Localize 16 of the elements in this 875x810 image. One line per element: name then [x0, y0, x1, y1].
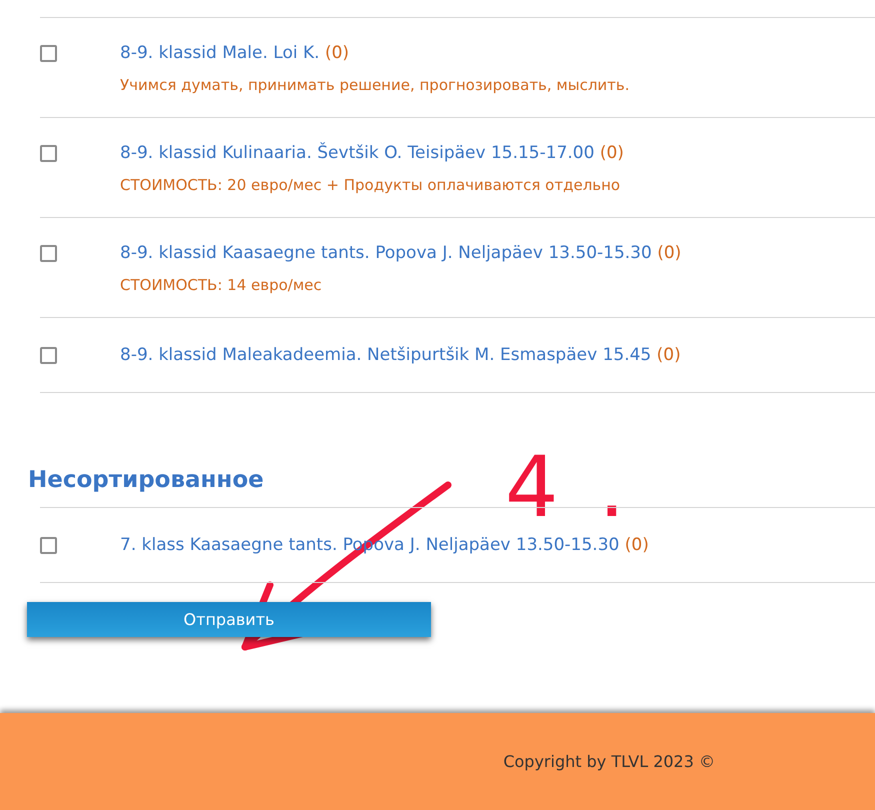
course-link[interactable]: 8-9. klassid Maleakadeemia. Netšipurtšik M. Esmaspäev 15.45 (0) [120, 342, 681, 368]
course-note: СТОИМОСТЬ: 14 евро/мес [120, 275, 323, 295]
checkbox[interactable] [40, 537, 57, 554]
course-note: СТОИМОСТЬ: 20 евро/мес + Продукты оплачиваются отдельно [120, 175, 622, 195]
submit-button[interactable]: Отправить [27, 602, 431, 637]
checkbox[interactable] [40, 145, 57, 162]
checkbox[interactable] [40, 245, 57, 262]
course-link[interactable]: 8-9. klassid Male. Loi K. (0) [120, 40, 630, 66]
course-note: Учимся думать, принимать решение, прогнозировать, мыслить. [120, 75, 630, 95]
course-link[interactable]: 8-9. klassid Kaasaegne tants. Popova J. Neljapäev 13.50-15.30 (0) [120, 240, 682, 266]
section-heading: Несортированное [28, 466, 265, 495]
course-link[interactable]: 8-9. klassid Kulinaaria. Ševtšik O. Teisipäev 15.15-17.00 (0) [120, 140, 624, 166]
checkbox[interactable] [40, 45, 57, 62]
annotation-number: 4. [505, 445, 666, 529]
copyright-text: Copyright by TLVL 2023 © [503, 752, 715, 771]
checkbox[interactable] [40, 347, 57, 364]
